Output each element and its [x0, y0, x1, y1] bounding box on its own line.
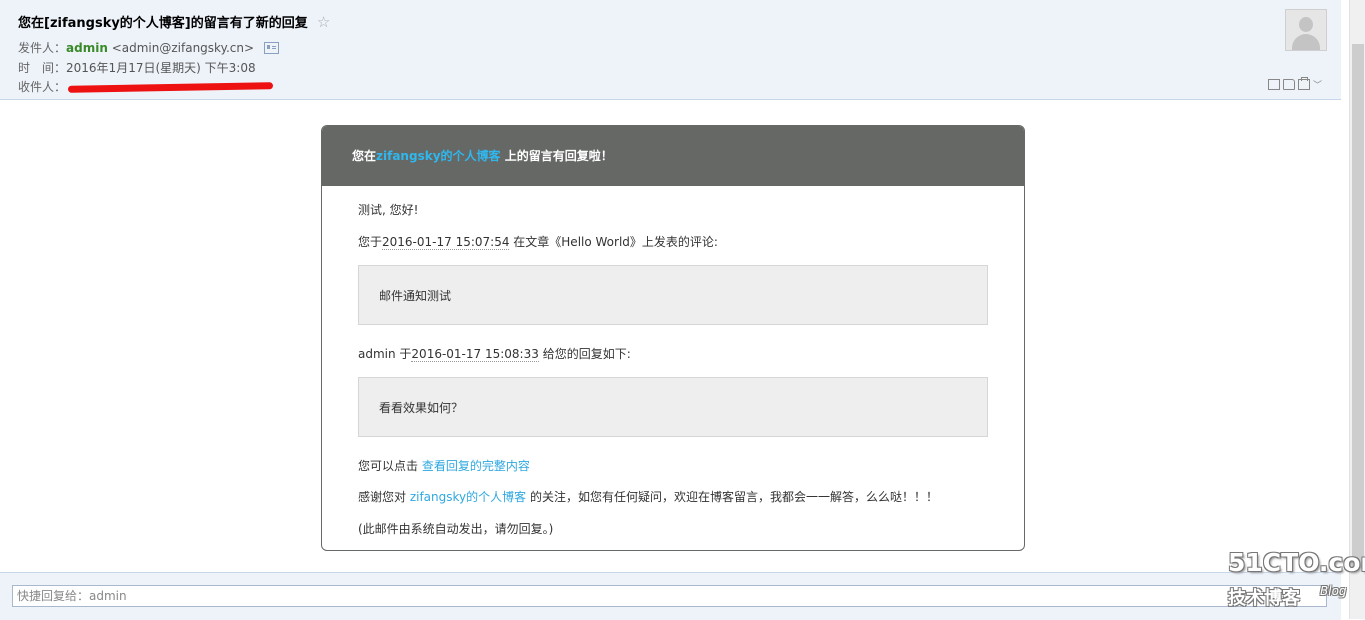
greeting: 测试, 您好! — [358, 203, 419, 217]
comment-time: 2016-01-17 15:07:54 — [382, 235, 510, 250]
mail-toolbar: ﹀ — [1268, 74, 1322, 93]
email-card: 您在zifangsky的个人博客 上的留言有回复啦！ 测试, 您好! 您于201… — [321, 125, 1025, 551]
folder-icon[interactable] — [1283, 79, 1295, 90]
mail-header: 您在[zifangsky的个人博客]的留言有了新的回复 ☆ 发件人：admin … — [0, 0, 1341, 100]
card-banner: 您在zifangsky的个人博客 上的留言有回复啦！ — [322, 126, 1024, 186]
reply-text: 看看效果如何？ — [379, 401, 464, 415]
reply-intro: admin 于2016-01-17 15:08:33 给您的回复如下: — [358, 345, 631, 362]
subject-row: 您在[zifangsky的个人博客]的留言有了新的回复 ☆ — [18, 12, 330, 31]
banner-prefix: 您在 — [352, 149, 377, 163]
thanks-line: 感谢您对 zifangsky的个人博客 的关注，如您有任何疑问，欢迎在博客留言，… — [358, 488, 938, 505]
thanks-blog-link[interactable]: zifangsky的个人博客 — [410, 490, 526, 504]
quick-reply-bar — [0, 572, 1341, 620]
note-icon[interactable] — [1268, 79, 1280, 90]
avatar[interactable] — [1285, 9, 1327, 51]
sender-row: 发件人：admin <admin@zifangsky.cn> — [18, 39, 279, 56]
contact-card-icon[interactable] — [263, 41, 279, 54]
scrollbar-thumb[interactable] — [1352, 44, 1364, 568]
comment-quote: 邮件通知测试 — [358, 265, 988, 325]
banner-blog-link[interactable]: zifangsky的个人博客 — [376, 149, 501, 163]
chevron-down-icon[interactable]: ﹀ — [1313, 81, 1322, 91]
mail-subject: 您在[zifangsky的个人博客]的留言有了新的回复 — [18, 16, 308, 31]
comment-text: 邮件通知测试 — [379, 289, 452, 303]
footer-note: (此邮件由系统自动发出，请勿回复。) — [358, 522, 554, 536]
vertical-scrollbar[interactable] — [1349, 0, 1365, 619]
quick-reply-input[interactable] — [12, 585, 1327, 607]
time-row: 时 间：2016年1月17日(星期天) 下午3:08 — [18, 59, 256, 76]
reply-time: 2016-01-17 15:08:33 — [411, 347, 539, 362]
reply-intro-prefix: admin 于 — [358, 347, 412, 361]
view-line: 您可以点击 查看回复的完整内容 — [358, 457, 530, 474]
comment-intro: 您于2016-01-17 15:07:54 在文章《Hello World》上发… — [358, 233, 718, 250]
sender-name[interactable]: admin — [66, 41, 108, 55]
view-prefix: 您可以点击 — [358, 459, 422, 473]
to-label: 收件人： — [18, 80, 67, 94]
banner-suffix: 上的留言有回复啦！ — [500, 149, 613, 163]
sender-address[interactable]: <admin@zifangsky.cn> — [112, 41, 254, 55]
from-label: 发件人： — [18, 41, 67, 55]
time-value: 2016年1月17日(星期天) 下午3:08 — [66, 61, 256, 75]
thanks-suffix: 的关注，如您有任何疑问，欢迎在博客留言，我都会一一解答，么么哒！！！ — [526, 490, 938, 504]
thanks-prefix: 感谢您对 — [358, 490, 410, 504]
comment-intro-suffix: 在文章《Hello World》上发表的评论: — [509, 235, 718, 249]
star-icon[interactable]: ☆ — [317, 13, 330, 31]
reply-intro-suffix: 给您的回复如下: — [538, 347, 631, 361]
time-label: 时 间： — [18, 61, 67, 75]
reply-quote: 看看效果如何？ — [358, 377, 988, 437]
recipient-row: 收件人： — [18, 78, 274, 95]
redaction-mark — [67, 82, 274, 93]
view-full-reply-link[interactable]: 查看回复的完整内容 — [422, 459, 530, 473]
print-icon[interactable] — [1298, 77, 1310, 90]
comment-intro-prefix: 您于 — [358, 235, 383, 249]
